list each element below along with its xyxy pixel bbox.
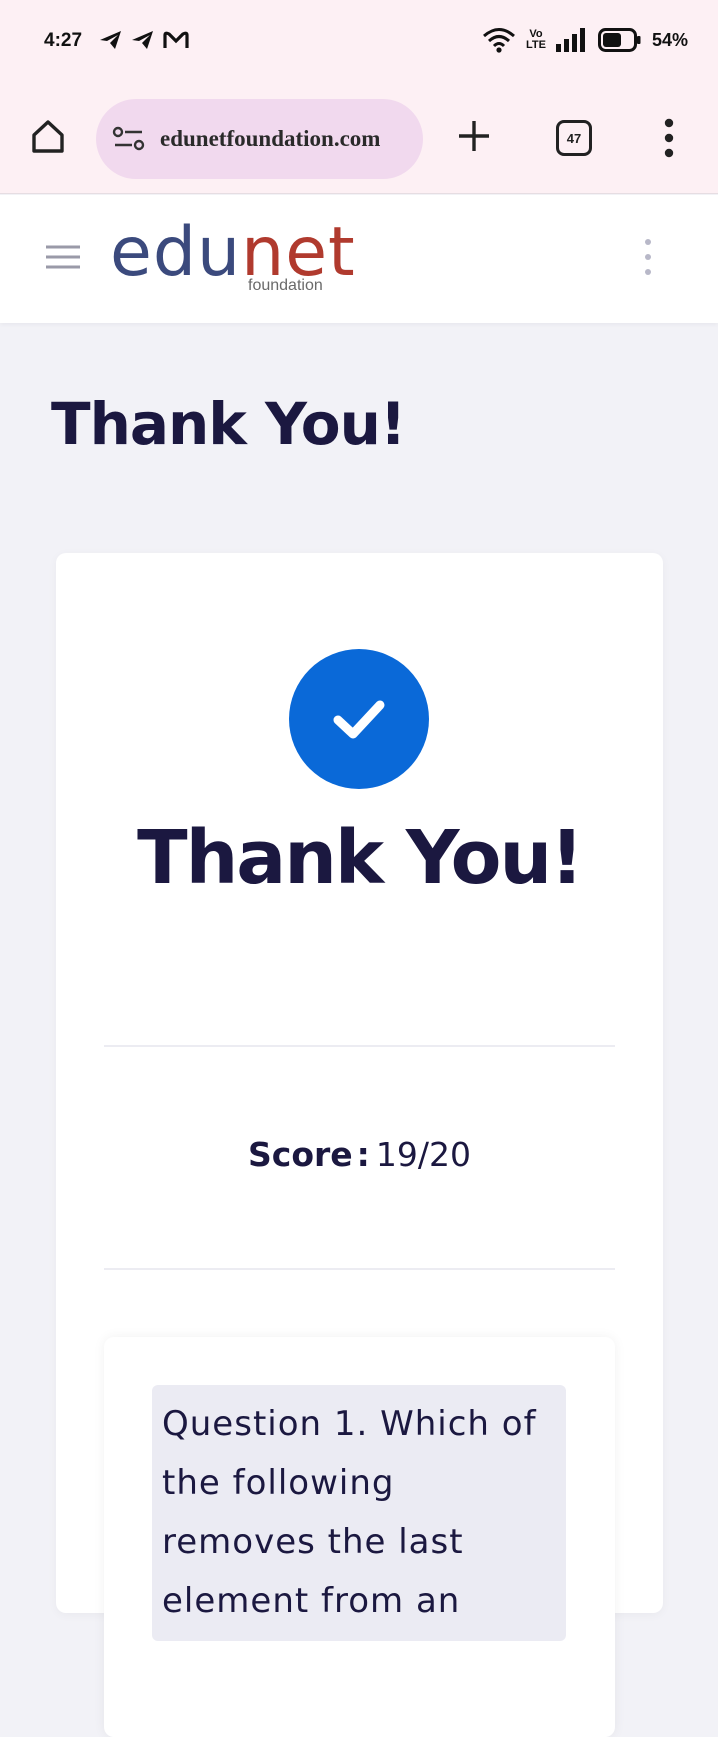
tab-switcher-button[interactable]: 47 — [556, 120, 592, 156]
status-time: 4:27 — [44, 30, 83, 51]
edunet-logo[interactable]: edunet foundation — [110, 213, 370, 305]
logo-edu: edu — [110, 213, 242, 292]
hamburger-menu-icon[interactable] — [44, 243, 82, 271]
score-value: 19/20 — [375, 1135, 471, 1174]
checkmark-icon — [333, 700, 385, 739]
page-title: Thank You! — [51, 390, 406, 458]
new-tab-icon[interactable] — [454, 116, 494, 156]
volte-indicator: Vo LTE — [526, 29, 546, 51]
question-card: Question 1. Which of the following remov… — [104, 1337, 615, 1737]
volte-bottom: LTE — [526, 39, 546, 51]
home-icon[interactable] — [28, 116, 68, 156]
site-header: edunet foundation — [0, 195, 718, 323]
tab-count: 47 — [566, 130, 582, 146]
more-options-icon[interactable] — [640, 237, 656, 277]
score-label: Score — [248, 1135, 353, 1174]
address-bar[interactable]: edunetfoundation.com — [96, 99, 423, 179]
site-settings-icon[interactable] — [112, 124, 146, 154]
telegram-icon — [100, 31, 121, 49]
card-title: Thank You! — [137, 815, 584, 901]
divider — [104, 1268, 615, 1270]
logo-subtitle: foundation — [248, 277, 323, 294]
url-text[interactable]: edunetfoundation.com — [160, 126, 380, 152]
score: Score:19/20 — [56, 1135, 663, 1174]
browser-menu-icon[interactable] — [654, 116, 684, 160]
status-bar: 4:27 Vo LTE 54% — [0, 0, 718, 86]
check-icon — [289, 649, 429, 789]
browser-toolbar: edunetfoundation.com 47 — [0, 86, 718, 194]
signal-icon — [555, 28, 585, 52]
score-separator: : — [356, 1135, 370, 1174]
wifi-icon — [483, 28, 515, 53]
battery-icon — [597, 28, 641, 52]
notification-icons — [98, 28, 190, 52]
divider — [104, 1045, 615, 1047]
battery-percent: 54% — [651, 29, 688, 50]
telegram-icon — [132, 31, 153, 49]
gmail-icon — [163, 31, 189, 48]
status-indicators: Vo LTE 54% — [482, 26, 688, 54]
result-card: Thank You! Score:19/20 Question 1. Which… — [56, 553, 663, 1737]
question-text: Question 1. Which of the following remov… — [152, 1385, 566, 1641]
